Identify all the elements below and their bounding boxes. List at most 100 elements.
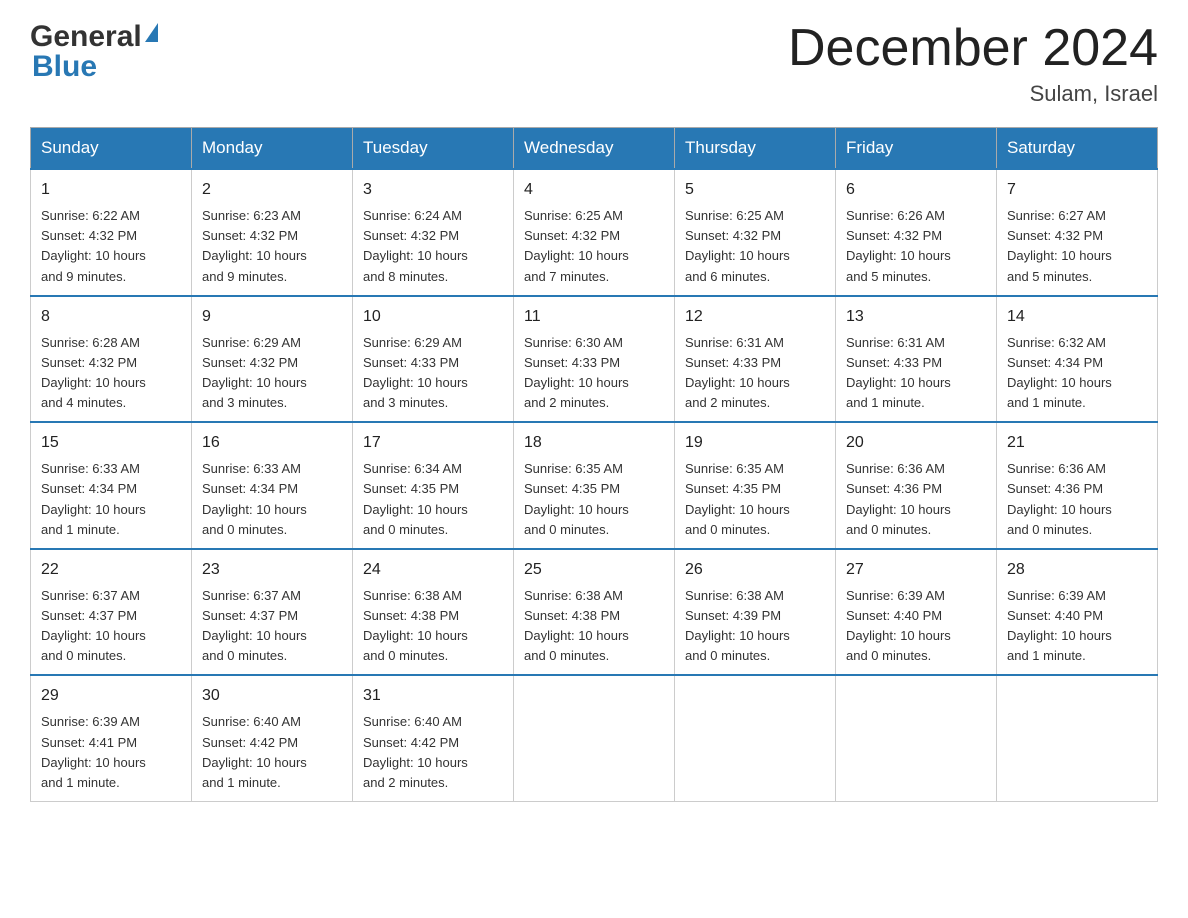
calendar-empty-cell [514,675,675,801]
day-info: Sunrise: 6:40 AMSunset: 4:42 PMDaylight:… [363,712,503,793]
calendar-table: SundayMondayTuesdayWednesdayThursdayFrid… [30,127,1158,802]
calendar-day-cell: 14 Sunrise: 6:32 AMSunset: 4:34 PMDayligh… [997,296,1158,423]
calendar-day-cell: 10Sunrise: 6:29 AMSunset: 4:33 PMDayligh… [353,296,514,423]
col-header-wednesday: Wednesday [514,128,675,170]
col-header-thursday: Thursday [675,128,836,170]
calendar-day-cell: 19 Sunrise: 6:35 AMSunset: 4:35 PMDayligh… [675,422,836,549]
day-number: 17 [363,431,503,455]
calendar-empty-cell [836,675,997,801]
day-number: 25 [524,558,664,582]
day-info: Sunrise: 6:31 AMSunset: 4:33 PMDaylight:… [685,333,825,414]
calendar-day-cell: 5 Sunrise: 6:25 AMSunset: 4:32 PMDaylight… [675,169,836,296]
day-number: 12 [685,305,825,329]
day-info: Sunrise: 6:30 AMSunset: 4:33 PMDaylight:… [524,333,664,414]
day-number: 1 [41,178,181,202]
calendar-day-cell: 13 Sunrise: 6:31 AMSunset: 4:33 PMDayligh… [836,296,997,423]
day-info: Sunrise: 6:40 AMSunset: 4:42 PMDaylight:… [202,712,342,793]
calendar-week-row: 8 Sunrise: 6:28 AMSunset: 4:32 PMDaylight… [31,296,1158,423]
day-number: 18 [524,431,664,455]
day-number: 15 [41,431,181,455]
day-info: Sunrise: 6:35 AMSunset: 4:35 PMDaylight:… [685,459,825,540]
day-info: Sunrise: 6:28 AMSunset: 4:32 PMDaylight:… [41,333,181,414]
calendar-day-cell: 9 Sunrise: 6:29 AMSunset: 4:32 PMDaylight… [192,296,353,423]
logo-general-text: General [30,20,142,54]
day-number: 20 [846,431,986,455]
day-info: Sunrise: 6:37 AMSunset: 4:37 PMDaylight:… [202,586,342,667]
calendar-day-cell: 15 Sunrise: 6:33 AMSunset: 4:34 PMDayligh… [31,422,192,549]
day-info: Sunrise: 6:25 AMSunset: 4:32 PMDaylight:… [524,206,664,287]
day-info: Sunrise: 6:24 AMSunset: 4:32 PMDaylight:… [363,206,503,287]
day-info: Sunrise: 6:23 AMSunset: 4:32 PMDaylight:… [202,206,342,287]
day-info: Sunrise: 6:33 AMSunset: 4:34 PMDaylight:… [41,459,181,540]
col-header-sunday: Sunday [31,128,192,170]
col-header-saturday: Saturday [997,128,1158,170]
day-number: 23 [202,558,342,582]
calendar-day-cell: 23 Sunrise: 6:37 AMSunset: 4:37 PMDayligh… [192,549,353,676]
calendar-week-row: 29Sunrise: 6:39 AMSunset: 4:41 PMDayligh… [31,675,1158,801]
day-info: Sunrise: 6:29 AMSunset: 4:33 PMDaylight:… [363,333,503,414]
day-info: Sunrise: 6:29 AMSunset: 4:32 PMDaylight:… [202,333,342,414]
title-section: December 2024 Sulam, Israel [788,20,1158,107]
day-info: Sunrise: 6:38 AMSunset: 4:38 PMDaylight:… [524,586,664,667]
day-number: 4 [524,178,664,202]
day-number: 11 [524,305,664,329]
day-info: Sunrise: 6:37 AMSunset: 4:37 PMDaylight:… [41,586,181,667]
day-info: Sunrise: 6:36 AMSunset: 4:36 PMDaylight:… [1007,459,1147,540]
calendar-day-cell: 21 Sunrise: 6:36 AMSunset: 4:36 PMDayligh… [997,422,1158,549]
col-header-friday: Friday [836,128,997,170]
day-info: Sunrise: 6:31 AMSunset: 4:33 PMDaylight:… [846,333,986,414]
calendar-day-cell: 28Sunrise: 6:39 AMSunset: 4:40 PMDayligh… [997,549,1158,676]
day-info: Sunrise: 6:38 AMSunset: 4:39 PMDaylight:… [685,586,825,667]
day-info: Sunrise: 6:22 AMSunset: 4:32 PMDaylight:… [41,206,181,287]
calendar-day-cell: 20 Sunrise: 6:36 AMSunset: 4:36 PMDayligh… [836,422,997,549]
day-number: 31 [363,684,503,708]
calendar-week-row: 22 Sunrise: 6:37 AMSunset: 4:37 PMDayligh… [31,549,1158,676]
calendar-day-cell: 3 Sunrise: 6:24 AMSunset: 4:32 PMDaylight… [353,169,514,296]
day-info: Sunrise: 6:39 AMSunset: 4:40 PMDaylight:… [1007,586,1147,667]
day-number: 5 [685,178,825,202]
page-header: General Blue December 2024 Sulam, Israel [30,20,1158,107]
calendar-day-cell: 12 Sunrise: 6:31 AMSunset: 4:33 PMDayligh… [675,296,836,423]
calendar-day-cell: 31 Sunrise: 6:40 AMSunset: 4:42 PMDayligh… [353,675,514,801]
calendar-empty-cell [997,675,1158,801]
logo-blue-text: Blue [32,50,97,84]
day-info: Sunrise: 6:26 AMSunset: 4:32 PMDaylight:… [846,206,986,287]
day-info: Sunrise: 6:25 AMSunset: 4:32 PMDaylight:… [685,206,825,287]
calendar-day-cell: 30Sunrise: 6:40 AMSunset: 4:42 PMDayligh… [192,675,353,801]
day-info: Sunrise: 6:32 AMSunset: 4:34 PMDaylight:… [1007,333,1147,414]
day-number: 9 [202,305,342,329]
month-title: December 2024 [788,20,1158,77]
calendar-day-cell: 8 Sunrise: 6:28 AMSunset: 4:32 PMDaylight… [31,296,192,423]
calendar-day-cell: 7Sunrise: 6:27 AMSunset: 4:32 PMDaylight… [997,169,1158,296]
day-number: 14 [1007,305,1147,329]
col-header-tuesday: Tuesday [353,128,514,170]
calendar-day-cell: 1 Sunrise: 6:22 AMSunset: 4:32 PMDaylight… [31,169,192,296]
calendar-empty-cell [675,675,836,801]
logo-triangle-icon [145,23,158,42]
day-info: Sunrise: 6:33 AMSunset: 4:34 PMDaylight:… [202,459,342,540]
col-header-monday: Monday [192,128,353,170]
calendar-day-cell: 16 Sunrise: 6:33 AMSunset: 4:34 PMDayligh… [192,422,353,549]
day-number: 19 [685,431,825,455]
day-info: Sunrise: 6:35 AMSunset: 4:35 PMDaylight:… [524,459,664,540]
day-number: 3 [363,178,503,202]
day-info: Sunrise: 6:34 AMSunset: 4:35 PMDaylight:… [363,459,503,540]
calendar-week-row: 1 Sunrise: 6:22 AMSunset: 4:32 PMDaylight… [31,169,1158,296]
calendar-day-cell: 11 Sunrise: 6:30 AMSunset: 4:33 PMDayligh… [514,296,675,423]
day-number: 8 [41,305,181,329]
day-number: 16 [202,431,342,455]
calendar-week-row: 15 Sunrise: 6:33 AMSunset: 4:34 PMDayligh… [31,422,1158,549]
day-number: 13 [846,305,986,329]
calendar-day-cell: 24 Sunrise: 6:38 AMSunset: 4:38 PMDayligh… [353,549,514,676]
calendar-day-cell: 29Sunrise: 6:39 AMSunset: 4:41 PMDayligh… [31,675,192,801]
day-number: 21 [1007,431,1147,455]
day-number: 22 [41,558,181,582]
day-info: Sunrise: 6:39 AMSunset: 4:41 PMDaylight:… [41,712,181,793]
day-number: 24 [363,558,503,582]
day-number: 7 [1007,178,1147,202]
day-info: Sunrise: 6:36 AMSunset: 4:36 PMDaylight:… [846,459,986,540]
day-number: 27 [846,558,986,582]
calendar-day-cell: 6Sunrise: 6:26 AMSunset: 4:32 PMDaylight… [836,169,997,296]
day-info: Sunrise: 6:38 AMSunset: 4:38 PMDaylight:… [363,586,503,667]
day-number: 2 [202,178,342,202]
